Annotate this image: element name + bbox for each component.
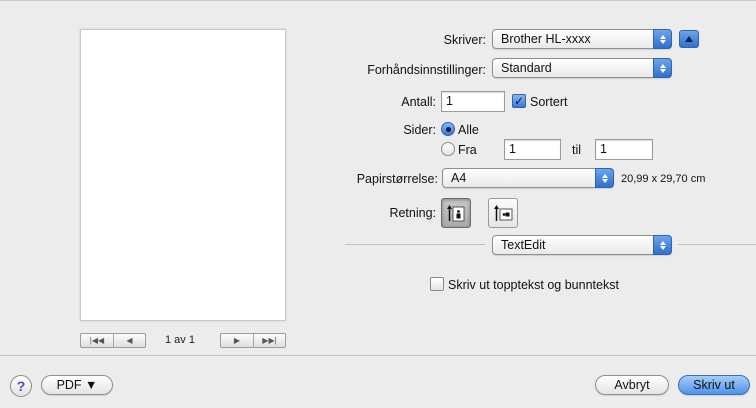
collapse-details-button[interactable] xyxy=(679,30,699,48)
presets-popup[interactable]: Standard xyxy=(492,58,672,78)
popup-arrows-icon xyxy=(653,29,672,49)
pages-all-label: Alle xyxy=(458,123,479,137)
preview-nav-back-group: |◀◀ ◀ xyxy=(80,333,146,348)
checkmark-icon: ✓ xyxy=(513,94,525,108)
collate-checkbox[interactable]: ✓ xyxy=(512,94,526,108)
landscape-orientation-button[interactable] xyxy=(488,198,518,228)
pages-to-field[interactable]: 1 xyxy=(595,139,653,160)
cancel-button[interactable]: Avbryt xyxy=(595,375,669,395)
portrait-orientation-button[interactable] xyxy=(441,198,471,228)
paper-size-popup[interactable]: A4 xyxy=(442,168,614,188)
app-section-popup[interactable]: TextEdit xyxy=(492,235,672,255)
radio-dot-icon xyxy=(445,126,451,132)
presets-value: Standard xyxy=(501,61,552,75)
app-section-value: TextEdit xyxy=(501,238,546,252)
paper-dimensions: 20,99 x 29,70 cm xyxy=(621,173,706,185)
pages-label: Sider: xyxy=(403,123,436,137)
printer-value: Brother HL-xxxx xyxy=(501,32,591,46)
print-button[interactable]: Skriv ut xyxy=(678,375,750,395)
preview-nav-forward-group: ▶ ▶▶| xyxy=(220,333,286,348)
pages-range-radio[interactable] xyxy=(441,142,455,156)
pages-all-radio[interactable] xyxy=(441,122,455,136)
paper-size-value: A4 xyxy=(451,171,467,185)
landscape-orientation-icon xyxy=(494,205,513,221)
pages-from-field[interactable]: 1 xyxy=(504,139,561,160)
help-button[interactable]: ? xyxy=(10,375,32,397)
top-border xyxy=(0,0,756,1)
first-page-button[interactable]: |◀◀ xyxy=(81,334,113,347)
triangle-up-icon xyxy=(685,36,693,42)
orientation-label: Retning: xyxy=(389,206,436,220)
popup-arrows-icon xyxy=(653,58,672,78)
printer-popup[interactable]: Brother HL-xxxx xyxy=(492,29,672,49)
paper-size-label: Papirstørrelse: xyxy=(356,172,438,186)
popup-arrows-icon xyxy=(595,168,614,188)
question-mark-icon: ? xyxy=(16,378,26,394)
print-preview xyxy=(80,29,286,321)
copies-field[interactable]: 1 xyxy=(441,91,505,112)
header-footer-checkbox[interactable] xyxy=(430,277,444,291)
last-page-button[interactable]: ▶▶| xyxy=(253,334,285,347)
printer-label: Skriver: xyxy=(443,33,486,47)
next-page-button[interactable]: ▶ xyxy=(221,334,253,347)
header-footer-label: Skriv ut topptekst og bunntekst xyxy=(448,278,619,292)
footer-divider xyxy=(0,355,756,356)
pdf-menu-button[interactable]: PDF ▼ xyxy=(41,375,113,395)
portrait-orientation-icon xyxy=(447,205,465,222)
section-divider-right xyxy=(678,244,756,245)
page-indicator: 1 av 1 xyxy=(165,334,195,346)
previous-page-button[interactable]: ◀ xyxy=(113,334,145,347)
popup-arrows-icon xyxy=(653,235,672,255)
section-divider-left xyxy=(345,244,485,245)
copies-label: Antall: xyxy=(401,95,436,109)
presets-label: Forhåndsinnstillinger: xyxy=(367,63,486,77)
pages-from-label: Fra xyxy=(458,143,477,157)
pages-to-label: til xyxy=(572,143,582,157)
collate-label: Sortert xyxy=(530,95,568,109)
